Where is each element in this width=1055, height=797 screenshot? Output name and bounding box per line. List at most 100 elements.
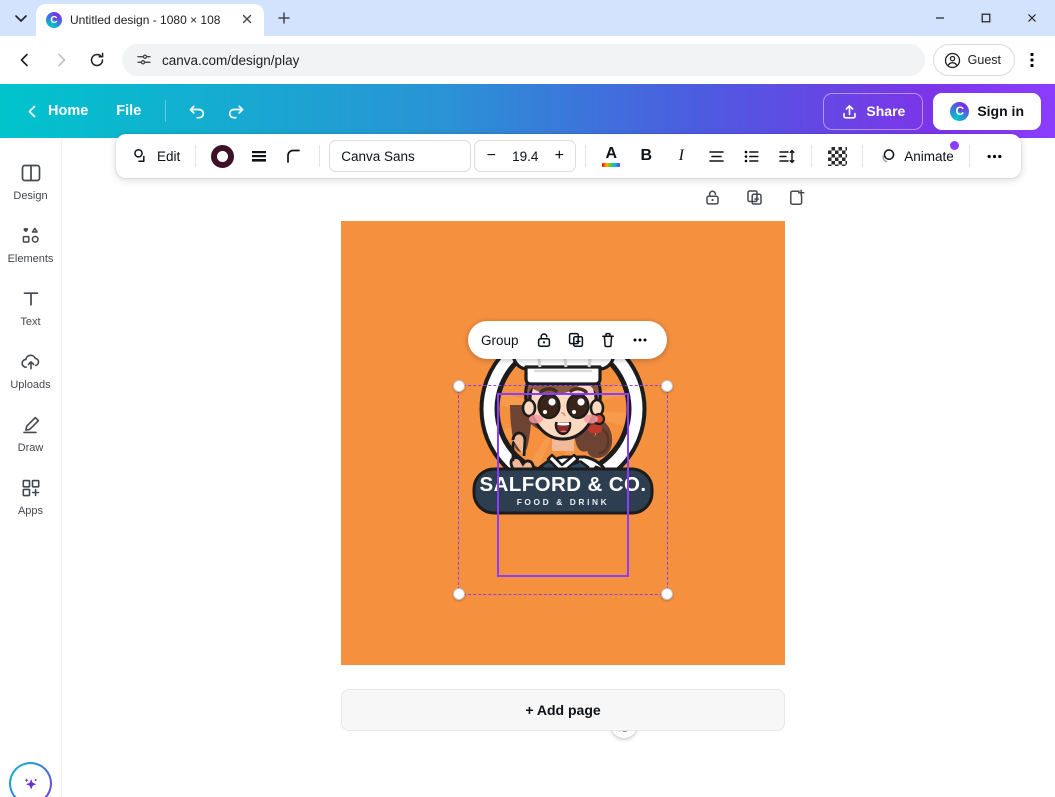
text-color-button[interactable]: A bbox=[595, 140, 627, 172]
duplicate-icon[interactable] bbox=[563, 327, 590, 354]
account-icon bbox=[944, 52, 960, 68]
font-family-select[interactable]: Canva Sans bbox=[329, 140, 472, 172]
editor-canvas-area: Edit Canva Sans − 19.4 + A B I Animate S… bbox=[62, 134, 1055, 797]
add-page-button[interactable]: + Add page bbox=[341, 689, 785, 731]
tab-title: Untitled design - 1080 × 108 bbox=[70, 13, 221, 27]
tab-close-icon[interactable] bbox=[240, 12, 256, 28]
more-options-button[interactable] bbox=[979, 140, 1011, 172]
animate-button[interactable]: Animate bbox=[872, 140, 960, 172]
redo-icon[interactable] bbox=[218, 93, 254, 129]
design-icon bbox=[21, 164, 40, 182]
border-style-button[interactable] bbox=[243, 140, 275, 172]
spacing-icon bbox=[779, 149, 795, 163]
signin-label: Sign in bbox=[977, 103, 1024, 119]
toolbar-divider bbox=[585, 145, 587, 167]
font-size-decrease-button[interactable]: − bbox=[479, 143, 503, 169]
design-canvas[interactable]: SALFORD & CO. FOOD & DRINK bbox=[341, 221, 785, 665]
browser-toolbar: canva.com/design/play Guest bbox=[0, 36, 1055, 84]
corner-radius-button[interactable] bbox=[278, 140, 310, 172]
browser-tab[interactable]: C Untitled design - 1080 × 108 bbox=[36, 4, 264, 36]
toolbar-divider bbox=[319, 145, 321, 167]
toolbar-divider bbox=[811, 145, 813, 167]
edit-label: Edit bbox=[157, 148, 181, 164]
toolbar-divider bbox=[195, 145, 197, 167]
unlock-icon[interactable] bbox=[531, 327, 558, 354]
text-format-toolbar: Edit Canva Sans − 19.4 + A B I Animate bbox=[116, 134, 1021, 178]
sidebar-item-label: Uploads bbox=[10, 379, 51, 391]
page-tools bbox=[701, 186, 807, 208]
header-actions: Share C Sign in bbox=[823, 92, 1041, 130]
italic-button[interactable]: I bbox=[665, 140, 697, 172]
bullet-list-button[interactable] bbox=[735, 140, 767, 172]
sidebar-item-text[interactable]: Text bbox=[2, 278, 60, 335]
address-bar[interactable]: canva.com/design/play bbox=[122, 44, 925, 76]
maximize-icon[interactable] bbox=[963, 0, 1009, 36]
transparency-icon bbox=[827, 146, 847, 166]
color-swatch-button[interactable] bbox=[205, 140, 240, 172]
url-text: canva.com/design/play bbox=[162, 52, 300, 68]
draw-icon bbox=[22, 416, 39, 434]
transparency-button[interactable] bbox=[821, 140, 853, 172]
file-menu-button[interactable]: File bbox=[104, 96, 153, 126]
reload-icon[interactable] bbox=[80, 43, 114, 77]
magic-sparkle-icon[interactable] bbox=[9, 762, 52, 797]
undo-icon[interactable] bbox=[178, 93, 214, 129]
home-label: Home bbox=[48, 103, 89, 119]
share-label: Share bbox=[866, 103, 906, 119]
chrome-menu-icon[interactable] bbox=[1017, 44, 1047, 76]
animate-icon bbox=[882, 148, 895, 162]
sidebar-item-design[interactable]: Design bbox=[2, 152, 60, 209]
close-icon[interactable] bbox=[1009, 0, 1055, 36]
canva-logo-icon: C bbox=[950, 101, 970, 121]
sidebar-item-label: Design bbox=[13, 190, 48, 202]
canva-favicon-icon: C bbox=[46, 12, 62, 28]
animate-badge-dot bbox=[949, 141, 959, 150]
bold-label: B bbox=[640, 147, 653, 164]
edit-image-icon bbox=[134, 148, 145, 163]
corner-round-icon bbox=[287, 149, 301, 163]
bold-button[interactable]: B bbox=[630, 140, 662, 172]
text-color-swatch-icon bbox=[211, 144, 235, 168]
font-size-stepper[interactable]: − 19.4 + bbox=[474, 140, 577, 172]
sidebar-item-label: Apps bbox=[17, 505, 44, 517]
animate-label: Animate bbox=[904, 148, 954, 164]
chevron-left-icon bbox=[28, 105, 36, 117]
file-label: File bbox=[116, 103, 142, 119]
toolbar-divider bbox=[968, 145, 970, 167]
more-icon[interactable] bbox=[627, 327, 654, 354]
share-upload-icon bbox=[843, 104, 857, 119]
font-size-increase-button[interactable]: + bbox=[547, 143, 571, 169]
trash-icon[interactable] bbox=[595, 327, 622, 354]
share-button[interactable]: Share bbox=[823, 92, 924, 130]
sidebar-item-uploads[interactable]: Uploads bbox=[2, 341, 60, 398]
sidebar-item-apps[interactable]: Apps bbox=[2, 467, 60, 524]
profile-button[interactable]: Guest bbox=[932, 44, 1015, 76]
sidebar-item-elements[interactable]: Elements bbox=[2, 215, 60, 272]
new-tab-button[interactable] bbox=[270, 4, 298, 32]
minimize-icon[interactable] bbox=[917, 0, 963, 36]
group-context-toolbar: Group bbox=[468, 321, 667, 359]
logo-tagline-text: FOOD & DRINK bbox=[517, 497, 610, 507]
back-icon[interactable] bbox=[8, 43, 42, 77]
toolbar-divider bbox=[862, 145, 864, 167]
signin-button[interactable]: C Sign in bbox=[933, 92, 1041, 130]
home-button[interactable]: Home bbox=[14, 96, 100, 126]
forward-icon bbox=[44, 43, 78, 77]
line-spacing-button[interactable] bbox=[770, 140, 802, 172]
uploads-icon bbox=[20, 354, 39, 370]
edit-button[interactable]: Edit bbox=[126, 140, 186, 172]
tab-search-button[interactable] bbox=[8, 5, 34, 31]
lock-icon[interactable] bbox=[701, 186, 723, 208]
font-size-value[interactable]: 19.4 bbox=[505, 149, 545, 164]
elements-icon bbox=[22, 227, 39, 243]
header-divider bbox=[165, 100, 167, 122]
sidebar-item-draw[interactable]: Draw bbox=[2, 404, 60, 461]
browser-tab-strip: C Untitled design - 1080 × 108 bbox=[0, 0, 1055, 36]
sidebar-item-label: Text bbox=[20, 316, 41, 328]
duplicate-page-icon[interactable] bbox=[743, 186, 765, 208]
canva-header: Home File Share C Sign in bbox=[0, 84, 1055, 138]
text-align-button[interactable] bbox=[700, 140, 732, 172]
add-page-label: + Add page bbox=[525, 702, 601, 718]
add-page-icon[interactable] bbox=[785, 186, 807, 208]
italic-label: I bbox=[678, 147, 684, 164]
